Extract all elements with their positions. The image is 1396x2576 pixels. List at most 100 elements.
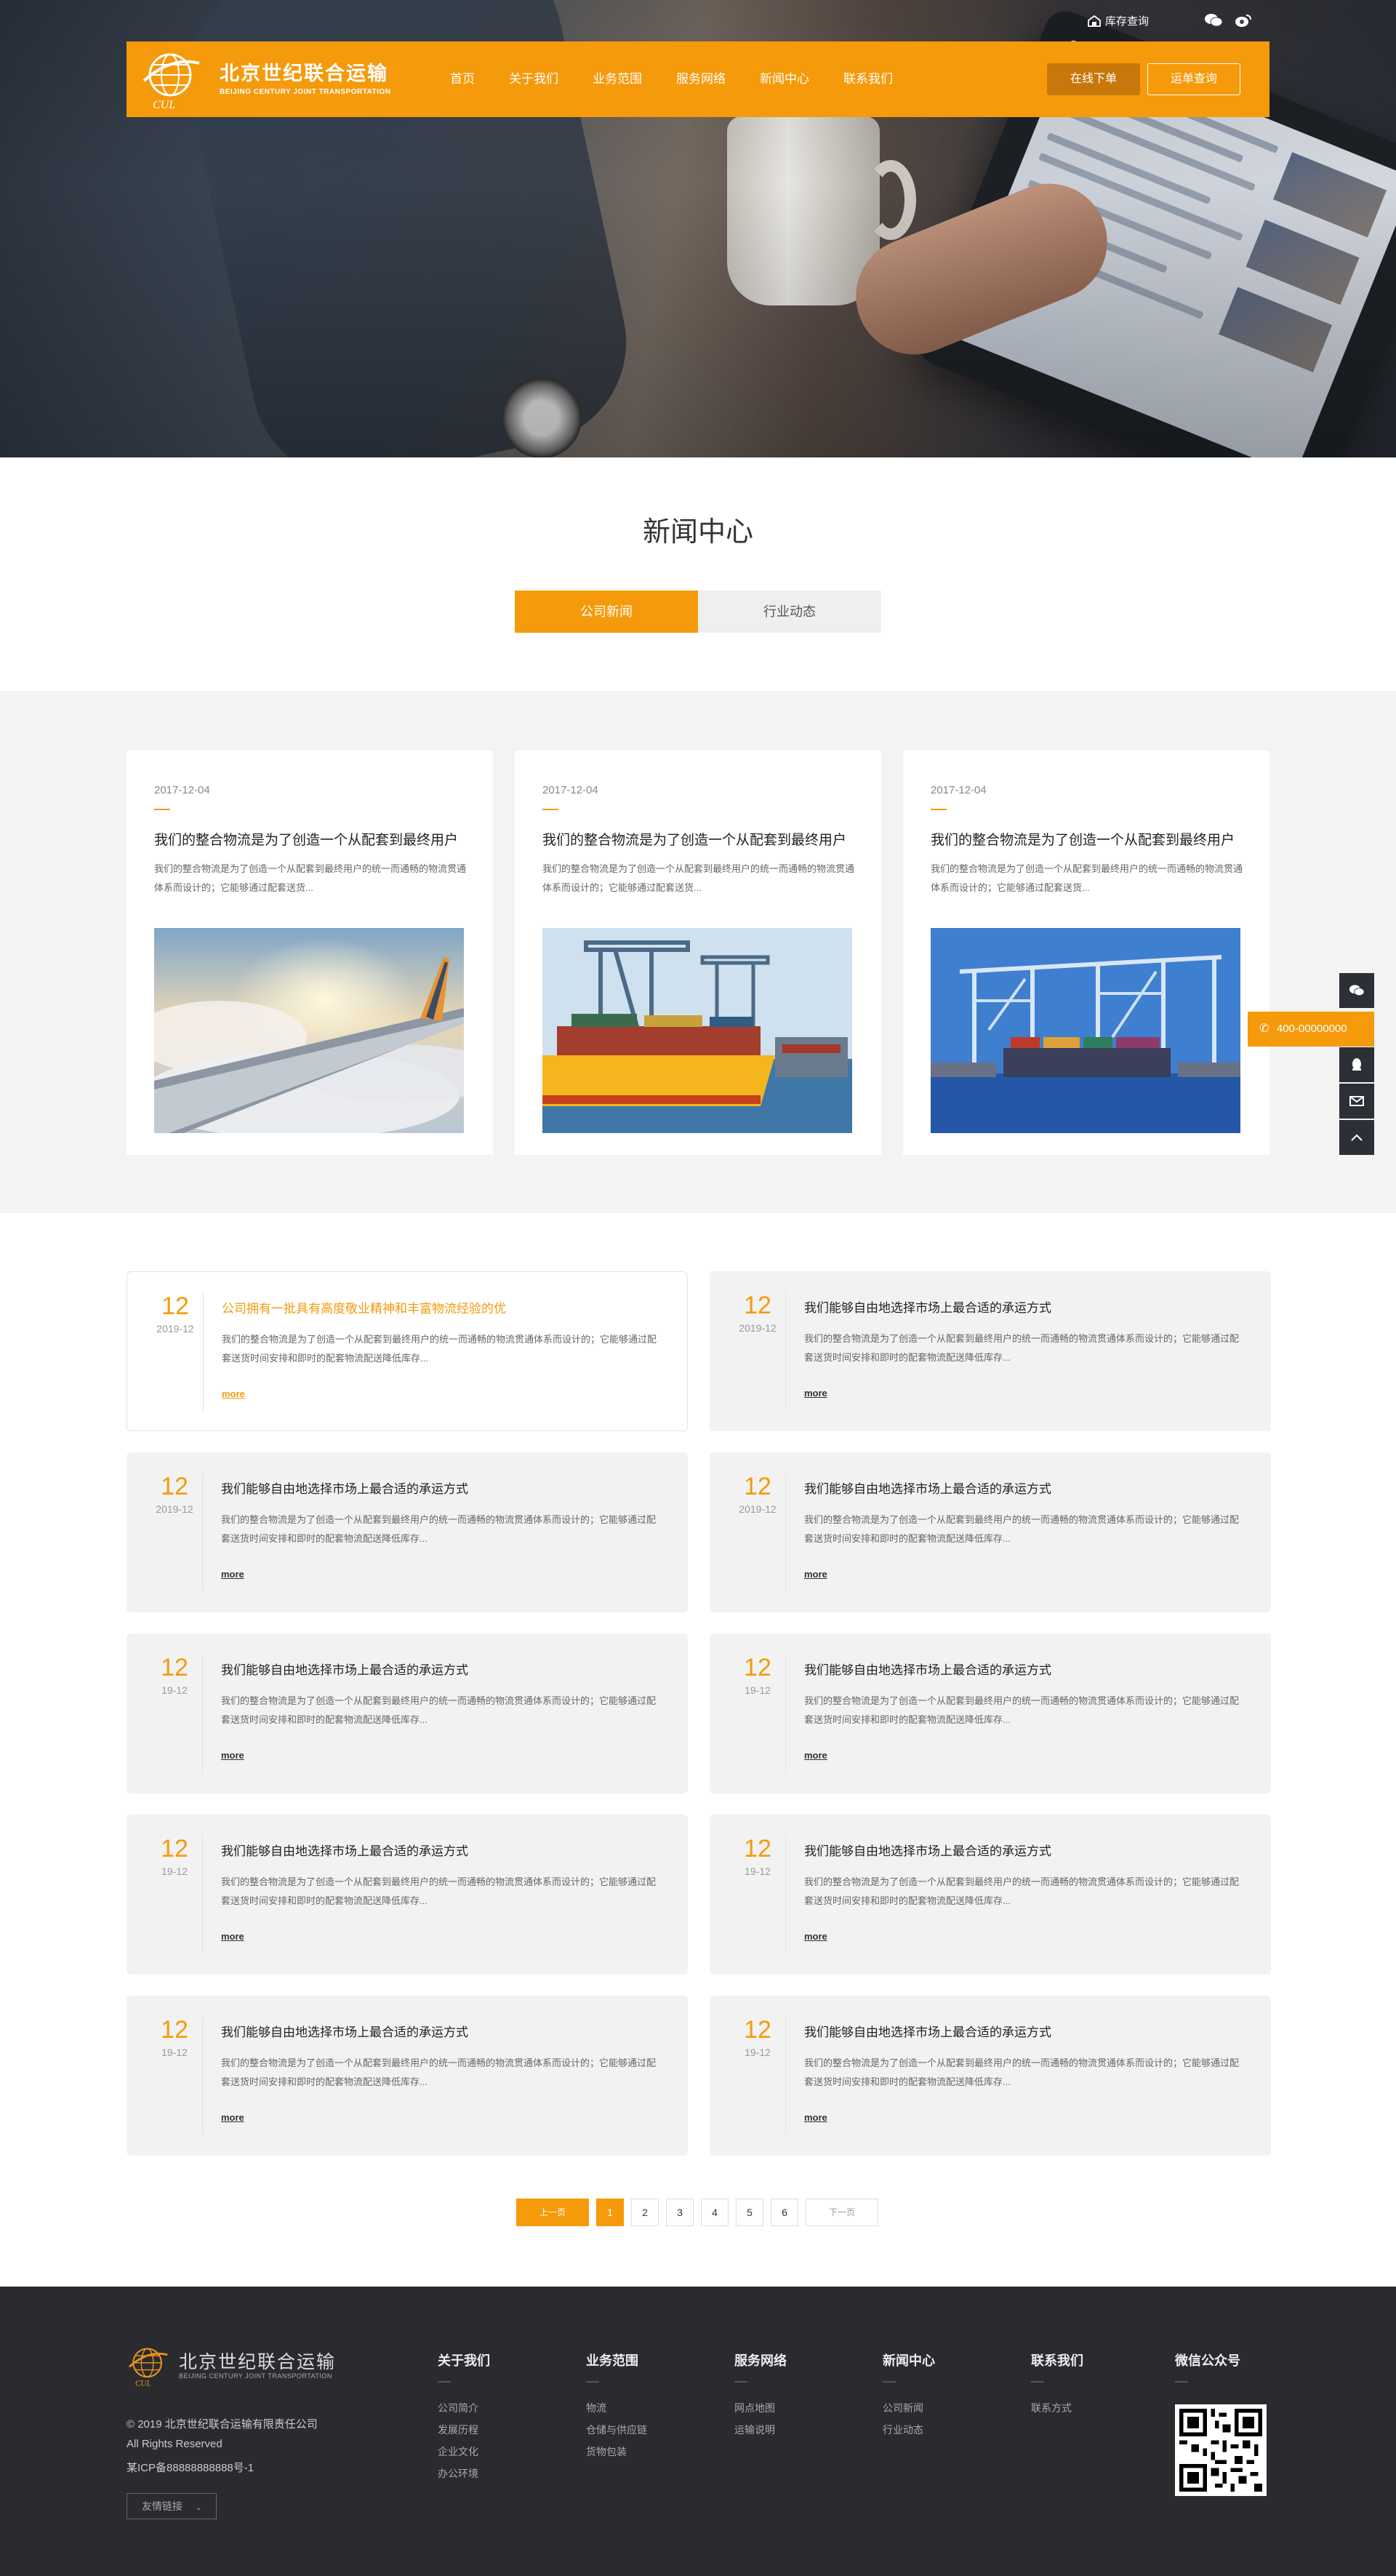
- stock-query-link[interactable]: 库存查询: [1088, 13, 1149, 28]
- card-image-container-port[interactable]: [931, 928, 1240, 1133]
- news-more-link[interactable]: more: [804, 1750, 827, 1761]
- footer-link[interactable]: 企业文化: [438, 2441, 490, 2463]
- side-phone-button[interactable]: ✆ 400-00000000: [1248, 1012, 1374, 1047]
- footer-brand-subtitle: BEIJING CENTURY JOINT TRANSPORTATION: [179, 2372, 332, 2380]
- news-more-link[interactable]: more: [804, 1931, 827, 1942]
- side-qq-button[interactable]: [1339, 1047, 1374, 1082]
- news-item[interactable]: 12 19-12 我们能够自由地选择市场上最合适的承运方式 我们的整合物流是为了创造一…: [127, 1815, 688, 1975]
- warehouse-icon: [1088, 15, 1101, 27]
- footer-link[interactable]: 网点地图: [734, 2397, 787, 2419]
- pager-page[interactable]: 1: [596, 2199, 624, 2226]
- news-title[interactable]: 我们能够自由地选择市场上最合适的承运方式: [804, 1297, 1051, 1316]
- card-title[interactable]: 我们的整合物流是为了创造一个从配套到最终用户: [542, 829, 862, 849]
- news-title[interactable]: 我们能够自由地选择市场上最合适的承运方式: [804, 2022, 1051, 2040]
- news-title[interactable]: 我们能够自由地选择市场上最合适的承运方式: [221, 2022, 468, 2040]
- nav-network[interactable]: 服务网络: [665, 41, 749, 117]
- pager-page[interactable]: 2: [631, 2199, 659, 2226]
- news-item[interactable]: 12 2019-12 我们能够自由地选择市场上最合适的承运方式 我们的整合物流是为了创…: [710, 1452, 1271, 1612]
- news-title[interactable]: 我们能够自由地选择市场上最合适的承运方式: [804, 1479, 1051, 1497]
- featured-card[interactable]: 2017-12-04 我们的整合物流是为了创造一个从配套到最终用户 我们的整合物…: [515, 751, 881, 1155]
- footer-wechat-title: 微信公众号: [1175, 2353, 1240, 2368]
- news-day: 12: [161, 2016, 188, 2044]
- nav-home[interactable]: 首页: [439, 41, 498, 117]
- nav-about[interactable]: 关于我们: [498, 41, 582, 117]
- news-more-link[interactable]: more: [221, 1569, 244, 1580]
- news-year-month: 19-12: [745, 2047, 771, 2058]
- news-more-link[interactable]: more: [804, 1569, 827, 1580]
- news-title[interactable]: 我们能够自由地选择市场上最合适的承运方式: [804, 1841, 1051, 1859]
- featured-card[interactable]: 2017-12-04 我们的整合物流是为了创造一个从配套到最终用户 我们的整合物…: [903, 751, 1269, 1155]
- news-desc: 我们的整合物流是为了创造一个从配套到最终用户的统一而通畅的物流贯通体系而设计的；…: [804, 2057, 1240, 2087]
- footer-link[interactable]: 办公环境: [438, 2463, 490, 2484]
- card-desc: 我们的整合物流是为了创造一个从配套到最终用户的统一而通畅的物流贯通体系而设计的；…: [931, 863, 1243, 893]
- tab-company-news[interactable]: 公司新闻: [515, 591, 698, 633]
- online-order-button[interactable]: 在线下单: [1047, 63, 1140, 95]
- footer-link[interactable]: 货物包装: [586, 2441, 647, 2463]
- footer-col-title: 联系我们: [1031, 2353, 1083, 2368]
- pager-page[interactable]: 5: [736, 2199, 763, 2226]
- news-item[interactable]: 12 19-12 我们能够自由地选择市场上最合适的承运方式 我们的整合物流是为了创造一…: [127, 1633, 688, 1793]
- news-title[interactable]: 我们能够自由地选择市场上最合适的承运方式: [221, 1841, 468, 1859]
- featured-card[interactable]: 2017-12-04 我们的整合物流是为了创造一个从配套到最终用户 我们的整合物…: [127, 751, 493, 1155]
- news-desc: 我们的整合物流是为了创造一个从配套到最终用户的统一而通畅的物流贯通体系而设计的；…: [804, 1695, 1240, 1725]
- nav-news[interactable]: 新闻中心: [749, 41, 833, 117]
- logo-globe-icon[interactable]: CUL: [143, 49, 201, 111]
- news-item[interactable]: 12 2019-12 公司拥有一批具有高度敬业精神和丰富物流经验的优 我们的整合物流是…: [127, 1271, 688, 1431]
- news-year-month: 2019-12: [739, 1503, 777, 1515]
- news-title[interactable]: 公司拥有一批具有高度敬业精神和丰富物流经验的优: [222, 1298, 506, 1316]
- footer-col-title: 业务范围: [586, 2353, 638, 2368]
- news-more-link[interactable]: more: [221, 1931, 244, 1942]
- card-image-airplane[interactable]: [154, 928, 464, 1133]
- news-more-link[interactable]: more: [222, 1388, 245, 1399]
- news-more-link[interactable]: more: [221, 1750, 244, 1761]
- footer-link[interactable]: 联系方式: [1031, 2397, 1083, 2419]
- footer-link[interactable]: 行业动态: [883, 2419, 935, 2441]
- news-title[interactable]: 我们能够自由地选择市场上最合适的承运方式: [804, 1660, 1051, 1678]
- side-wechat-button[interactable]: [1339, 973, 1374, 1008]
- news-desc: 我们的整合物流是为了创造一个从配套到最终用户的统一而通畅的物流贯通体系而设计的；…: [221, 2057, 657, 2087]
- waybill-query-button[interactable]: 运单查询: [1147, 63, 1240, 95]
- news-more-link[interactable]: more: [221, 2112, 244, 2123]
- card-title[interactable]: 我们的整合物流是为了创造一个从配套到最终用户: [931, 829, 1251, 849]
- news-item[interactable]: 12 19-12 我们能够自由地选择市场上最合适的承运方式 我们的整合物流是为了创造一…: [710, 1633, 1271, 1793]
- card-title[interactable]: 我们的整合物流是为了创造一个从配套到最终用户: [154, 829, 474, 849]
- pager-page[interactable]: 4: [701, 2199, 729, 2226]
- news-year-month: 2019-12: [156, 1503, 193, 1515]
- side-mail-button[interactable]: [1339, 1084, 1374, 1119]
- tab-industry-news[interactable]: 行业动态: [698, 591, 881, 633]
- footer-col: 业务范围物流 仓储与供应链 货物包装: [586, 2351, 647, 2463]
- pager-next-button[interactable]: 下一页: [806, 2199, 878, 2226]
- nav-services[interactable]: 业务范围: [582, 41, 665, 117]
- mail-icon: [1349, 1095, 1364, 1106]
- footer-link[interactable]: 公司简介: [438, 2397, 490, 2419]
- nav-contact[interactable]: 联系我们: [833, 41, 916, 117]
- news-item[interactable]: 12 2019-12 我们能够自由地选择市场上最合适的承运方式 我们的整合物流是为了创…: [710, 1271, 1271, 1431]
- card-image-cargo-ship[interactable]: [542, 928, 852, 1133]
- friend-links-select[interactable]: 友情链接 ⌄: [127, 2493, 217, 2519]
- pager-prev-button[interactable]: 上一页: [516, 2199, 589, 2226]
- news-item[interactable]: 12 19-12 我们能够自由地选择市场上最合适的承运方式 我们的整合物流是为了创造一…: [710, 1996, 1271, 2156]
- back-to-top-button[interactable]: [1339, 1120, 1374, 1155]
- wechat-icon[interactable]: [1204, 13, 1223, 31]
- news-year-month: 19-12: [745, 1865, 771, 1877]
- weibo-icon[interactable]: [1235, 13, 1252, 31]
- news-title[interactable]: 我们能够自由地选择市场上最合适的承运方式: [221, 1660, 468, 1678]
- page-title: 新闻中心: [642, 517, 753, 548]
- news-more-link[interactable]: more: [804, 1388, 827, 1399]
- news-item[interactable]: 12 2019-12 我们能够自由地选择市场上最合适的承运方式 我们的整合物流是为了创…: [127, 1452, 688, 1612]
- footer-col-title: 关于我们: [438, 2353, 490, 2368]
- footer-link[interactable]: 公司新闻: [883, 2397, 935, 2419]
- news-more-link[interactable]: more: [804, 2112, 827, 2123]
- pager-page[interactable]: 3: [666, 2199, 694, 2226]
- footer-link[interactable]: 运输说明: [734, 2419, 787, 2441]
- news-item[interactable]: 12 19-12 我们能够自由地选择市场上最合适的承运方式 我们的整合物流是为了创造一…: [710, 1815, 1271, 1975]
- news-item[interactable]: 12 19-12 我们能够自由地选择市场上最合适的承运方式 我们的整合物流是为了创造一…: [127, 1996, 688, 2156]
- news-title[interactable]: 我们能够自由地选择市场上最合适的承运方式: [221, 1479, 468, 1497]
- footer-link[interactable]: 仓储与供应链: [586, 2419, 647, 2441]
- footer-link[interactable]: 发展历程: [438, 2419, 490, 2441]
- pager-page[interactable]: 6: [771, 2199, 798, 2226]
- footer-col: 服务网络 网点地图 运输说明: [734, 2351, 787, 2441]
- card-date: 2017-12-04: [154, 784, 210, 796]
- footer-link[interactable]: 物流: [586, 2397, 647, 2419]
- news-day: 12: [744, 1292, 771, 1319]
